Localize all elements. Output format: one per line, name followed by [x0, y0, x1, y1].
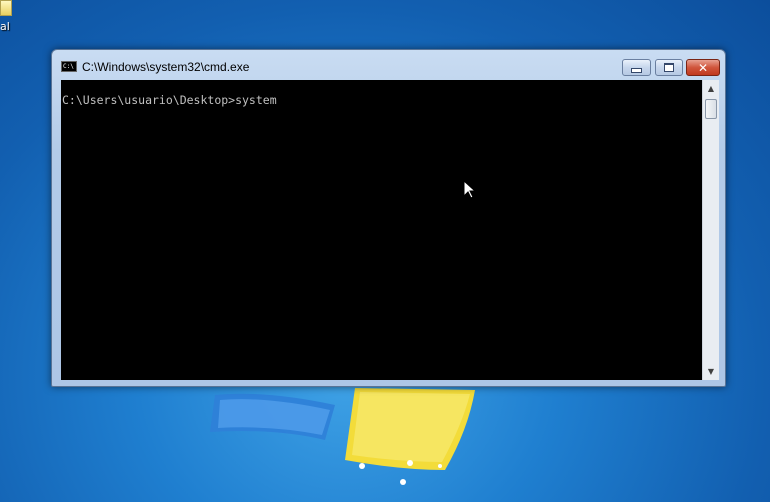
cmd-window[interactable]: C:\ C:\Windows\system32\cmd.exe ✕ C:\Use… [51, 49, 726, 387]
vertical-scrollbar[interactable]: ▲ ▼ [702, 80, 719, 380]
console-line: C:\Users\usuario\Desktop>system [62, 93, 277, 107]
console-output[interactable]: C:\Users\usuario\Desktop>system [61, 80, 702, 380]
close-button[interactable]: ✕ [686, 59, 720, 76]
mouse-pointer-icon [463, 180, 477, 199]
scroll-down-icon[interactable]: ▼ [703, 363, 719, 380]
maximize-icon [664, 63, 674, 72]
maximize-button[interactable] [655, 59, 683, 76]
minimize-button[interactable] [622, 59, 651, 76]
close-icon: ✕ [697, 60, 709, 75]
window-titlebar[interactable]: C:\ C:\Windows\system32\cmd.exe ✕ [52, 50, 725, 80]
scroll-thumb[interactable] [705, 99, 717, 119]
cmd-app-icon[interactable]: C:\ [61, 61, 77, 72]
scroll-up-icon[interactable]: ▲ [703, 80, 719, 97]
window-title: C:\Windows\system32\cmd.exe [82, 60, 250, 74]
minimize-icon [631, 67, 642, 73]
